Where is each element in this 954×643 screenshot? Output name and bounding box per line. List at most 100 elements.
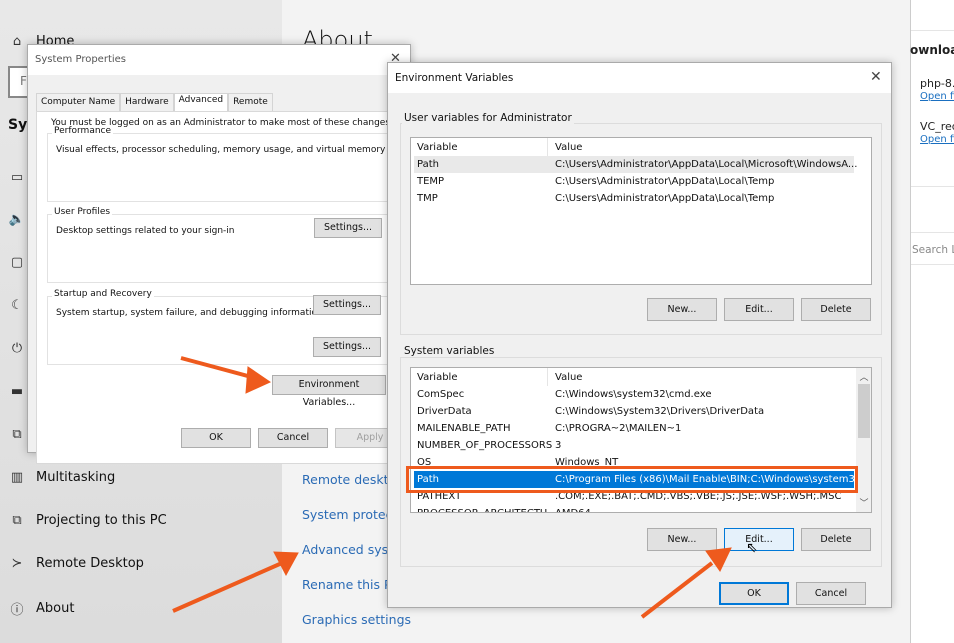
- tab-advanced[interactable]: Advanced: [173, 93, 229, 111]
- user-variables-label: User variables for Administrator: [402, 112, 574, 124]
- projecting-icon: ⧉: [12, 513, 22, 528]
- table-row[interactable]: TMP C:\Users\Administrator\AppData\Local…: [414, 190, 854, 207]
- table-row[interactable]: ComSpec C:\Windows\system32\cmd.exe: [414, 386, 854, 403]
- ok-button[interactable]: OK: [719, 582, 789, 605]
- user-variables-list[interactable]: Variable Value Path C:\Users\Administrat…: [410, 137, 872, 285]
- divider: [911, 232, 954, 233]
- sound-icon[interactable]: 🔈: [8, 212, 26, 227]
- system-properties-dialog: System Properties ✕ Computer Name Hardwa…: [27, 44, 413, 464]
- display-icon[interactable]: ▭: [8, 170, 26, 185]
- nav-label: Remote Desktop: [36, 556, 144, 571]
- list-header: Variable Value: [414, 139, 854, 156]
- scroll-up-icon[interactable]: ︿: [856, 370, 871, 383]
- dialog-title: Environment Variables: [388, 63, 891, 93]
- user-edit-button[interactable]: Edit...: [724, 298, 794, 321]
- battery-icon[interactable]: ▬: [8, 384, 26, 399]
- ok-button[interactable]: OK: [181, 428, 251, 448]
- home-icon: ⌂: [12, 34, 22, 49]
- row-value: AMD64: [555, 505, 591, 512]
- row-value: C:\Windows\system32\cmd.exe: [555, 389, 712, 400]
- multitasking-icon: ▥: [10, 470, 24, 485]
- user-delete-button[interactable]: Delete: [801, 298, 871, 321]
- row-variable: TMP: [417, 193, 438, 204]
- close-icon[interactable]: ✕: [870, 69, 882, 85]
- tab-remote[interactable]: Remote: [228, 93, 273, 111]
- column-value[interactable]: Value: [555, 139, 582, 156]
- annotation-highlight-box: [406, 466, 858, 493]
- dialog-title: System Properties: [28, 45, 410, 75]
- row-value: C:\Users\Administrator\AppData\Local\Tem…: [555, 193, 775, 204]
- row-value: C:\Users\Administrator\AppData\Local\Mic…: [555, 159, 858, 170]
- link-rename-pc[interactable]: Rename this PC: [302, 577, 400, 592]
- row-value: C:\Users\Administrator\AppData\Local\Tem…: [555, 176, 775, 187]
- system-new-button[interactable]: New...: [647, 528, 717, 551]
- table-row[interactable]: DriverData C:\Windows\System32\Drivers\D…: [414, 403, 854, 420]
- user-new-button[interactable]: New...: [647, 298, 717, 321]
- link-advanced-system-settings[interactable]: Advanced syste: [302, 542, 401, 557]
- nav-label: About: [36, 601, 75, 616]
- link-remote-desktop[interactable]: Remote deskto: [302, 472, 396, 487]
- cancel-button[interactable]: Cancel: [258, 428, 328, 448]
- row-variable: PROCESSOR_ARCHITECTU: [417, 505, 547, 512]
- column-value[interactable]: Value: [555, 369, 582, 386]
- divider: [911, 186, 954, 187]
- focus-assist-icon[interactable]: ☾: [8, 298, 26, 313]
- row-variable: ComSpec: [417, 389, 465, 400]
- scroll-down-icon[interactable]: ﹀: [856, 496, 871, 509]
- notifications-icon[interactable]: ▢: [8, 255, 26, 270]
- row-variable: Path: [417, 159, 439, 170]
- column-variable[interactable]: Variable: [417, 139, 458, 156]
- row-value: C:\PROGRA~2\MAILEN~1: [555, 423, 682, 434]
- group-description: System startup, system failure, and debu…: [56, 308, 323, 318]
- info-icon: ⓘ: [10, 603, 24, 618]
- row-value: C:\Windows\System32\Drivers\DriverData: [555, 406, 765, 417]
- startup-settings-button[interactable]: Settings...: [313, 337, 381, 357]
- nav-label: Multitasking: [36, 470, 116, 485]
- nav-projecting[interactable]: ⧉ Projecting to this PC: [8, 513, 166, 528]
- group-description: Visual effects, processor scheduling, me…: [56, 145, 386, 155]
- divider: [911, 30, 954, 31]
- downloads-heading: ownload: [910, 43, 954, 57]
- table-row[interactable]: MAILENABLE_PATH C:\PROGRA~2\MAILEN~1: [414, 420, 854, 437]
- search-placeholder: F: [20, 74, 27, 88]
- tab-computer-name[interactable]: Computer Name: [36, 93, 121, 111]
- link-graphics-settings[interactable]: Graphics settings: [302, 612, 411, 627]
- download-name: VC_redi: [920, 120, 954, 133]
- nav-multitasking[interactable]: ▥ Multitasking: [8, 470, 115, 485]
- environment-variables-dialog: Environment Variables ✕ User variables f…: [387, 62, 892, 608]
- tab-hardware[interactable]: Hardware: [120, 93, 174, 111]
- mouse-cursor-icon: ⇖: [746, 540, 758, 556]
- downloads-search-input[interactable]: Search Lo: [912, 244, 954, 256]
- open-file-link[interactable]: Open file: [920, 91, 954, 102]
- row-variable: TEMP: [417, 176, 445, 187]
- system-variables-label: System variables: [402, 345, 497, 357]
- user-profiles-settings-button[interactable]: Settings...: [313, 295, 381, 315]
- group-description: Desktop settings related to your sign-in: [56, 226, 235, 236]
- tab-bar: Computer Name Hardware Advanced Remote: [36, 93, 273, 111]
- environment-variables-button[interactable]: Environment Variables...: [272, 375, 386, 408]
- scrollbar[interactable]: ︿ ﹀: [856, 368, 871, 512]
- nav-about[interactable]: ⓘ About: [8, 599, 74, 618]
- group-label: Startup and Recovery: [52, 289, 154, 299]
- nav-remote-desktop[interactable]: ≻ Remote Desktop: [8, 556, 144, 571]
- download-name: php-8.3: [920, 77, 954, 90]
- table-row[interactable]: PROCESSOR_ARCHITECTU AMD64: [414, 505, 854, 512]
- table-row[interactable]: TEMP C:\Users\Administrator\AppData\Loca…: [414, 173, 854, 190]
- group-label: Performance: [52, 126, 114, 136]
- column-variable[interactable]: Variable: [417, 369, 458, 386]
- group-label: User Profiles: [52, 207, 113, 217]
- list-header: Variable Value: [414, 369, 854, 386]
- table-row[interactable]: NUMBER_OF_PROCESSORS 3: [414, 437, 854, 454]
- cancel-button[interactable]: Cancel: [796, 582, 866, 605]
- power-icon[interactable]: ⏻: [8, 341, 26, 356]
- system-delete-button[interactable]: Delete: [801, 528, 871, 551]
- row-variable: NUMBER_OF_PROCESSORS: [417, 440, 553, 451]
- table-row[interactable]: Path C:\Users\Administrator\AppData\Loca…: [414, 156, 858, 173]
- scrollbar-thumb[interactable]: [858, 384, 870, 438]
- system-edit-button[interactable]: Edit...: [724, 528, 794, 551]
- tablet-icon[interactable]: ⧉: [8, 427, 26, 442]
- open-file-link[interactable]: Open file: [920, 134, 954, 145]
- performance-group: [47, 133, 409, 202]
- user-profiles-group: [47, 214, 409, 283]
- row-value: 3: [555, 440, 562, 451]
